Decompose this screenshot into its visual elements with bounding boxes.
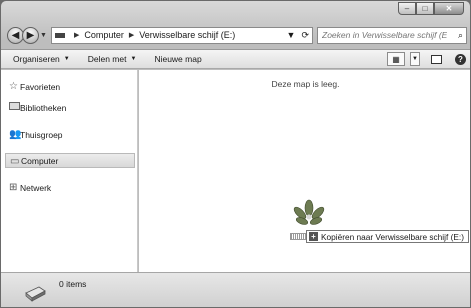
address-bar[interactable]: ▶ Computer ▶ Verwisselbare schijf (E:) ▼…	[50, 26, 313, 44]
navigation-row: ◀ ▶ ▼ ▶ Computer ▶ Verwisselbare schijf …	[7, 25, 467, 45]
chevron-down-icon: ▼	[130, 56, 137, 62]
sidebar-item-network[interactable]: ⊞ Netwerk	[5, 180, 135, 195]
sidebar-item-label: Thuisgroep	[20, 129, 63, 140]
search-input[interactable]	[322, 30, 447, 40]
breadcrumb-computer[interactable]: Computer	[84, 30, 124, 40]
library-icon	[9, 102, 20, 113]
sidebar-item-label: Favorieten	[20, 81, 61, 92]
share-label: Delen met	[87, 54, 127, 64]
chevron-right-icon[interactable]: ▶	[74, 31, 79, 39]
dragged-file-icon	[293, 199, 325, 225]
sidebar-item-favorites[interactable]: ☆ Favorieten	[5, 79, 135, 94]
change-view-button[interactable]: ▦	[387, 52, 405, 66]
share-menu[interactable]: Delen met ▼	[88, 54, 137, 64]
removable-drive-icon	[25, 286, 46, 302]
drag-stack-icon	[290, 233, 306, 240]
forward-button[interactable]: ▶	[22, 26, 39, 44]
drive-icon	[54, 32, 65, 38]
explorer-window: – □ ✕ ◀ ▶ ▼ ▶ Computer ▶ Verwisselbare s…	[0, 0, 471, 308]
forward-arrow-icon: ▶	[26, 29, 35, 41]
new-folder-button[interactable]: Nieuwe map	[154, 54, 201, 64]
back-arrow-icon: ◀	[11, 29, 20, 41]
empty-folder-message: Deze map is leeg.	[271, 79, 340, 89]
drag-tooltip-text: Kopiëren naar Verwisselbare schijf (E:)	[321, 231, 464, 242]
address-dropdown-icon[interactable]: ▼	[287, 30, 296, 40]
minimize-button[interactable]: –	[398, 2, 416, 15]
plus-icon: +	[309, 232, 318, 241]
sidebar-item-computer[interactable]: ▭ Computer	[5, 153, 135, 168]
preview-pane-button[interactable]	[431, 54, 442, 64]
sidebar-item-homegroup[interactable]: 👥 Thuisgroep	[5, 127, 135, 142]
view-icon: ▦	[392, 54, 400, 64]
search-box[interactable]: ⌕	[317, 26, 467, 44]
view-controls: ▦ ▼ ?	[387, 52, 466, 66]
breadcrumb-drive[interactable]: Verwisselbare schijf (E:)	[139, 30, 235, 40]
command-bar: Organiseren ▼ Delen met ▼ Nieuwe map ▦ ▼…	[1, 49, 470, 69]
view-options-dropdown[interactable]: ▼	[410, 52, 420, 66]
search-icon[interactable]: ⌕	[458, 30, 463, 41]
homegroup-icon: 👥	[9, 129, 22, 140]
computer-icon: ▭	[10, 156, 20, 167]
item-count: 0 items	[59, 279, 87, 289]
new-folder-label: Nieuwe map	[154, 54, 202, 64]
refresh-icon[interactable]: ⟳	[301, 30, 309, 41]
navigation-pane: ☆ Favorieten Bibliotheken 👥 Thuisgroep ▭…	[1, 70, 138, 272]
star-icon: ☆	[9, 81, 18, 92]
close-button[interactable]: ✕	[434, 2, 464, 15]
chevron-right-icon[interactable]: ▶	[129, 31, 134, 39]
sidebar-item-libraries[interactable]: Bibliotheken	[5, 100, 135, 115]
caption-buttons: – □ ✕	[398, 2, 464, 15]
maximize-button[interactable]: □	[416, 2, 434, 15]
details-pane: 0 items	[1, 272, 470, 307]
drag-tooltip: + Kopiëren naar Verwisselbare schijf (E:…	[306, 230, 469, 243]
help-button[interactable]: ?	[455, 53, 466, 65]
chevron-down-icon: ▼	[63, 56, 70, 62]
recent-pages-dropdown[interactable]: ▼	[40, 32, 47, 39]
network-icon: ⊞	[9, 182, 18, 193]
sidebar-item-label: Bibliotheken	[20, 102, 67, 113]
address-controls: ▼ ⟳	[287, 30, 309, 41]
organize-menu[interactable]: Organiseren ▼	[13, 54, 70, 64]
sidebar-item-label: Netwerk	[20, 182, 52, 193]
organize-label: Organiseren	[13, 54, 60, 64]
sidebar-item-label: Computer	[21, 155, 59, 166]
